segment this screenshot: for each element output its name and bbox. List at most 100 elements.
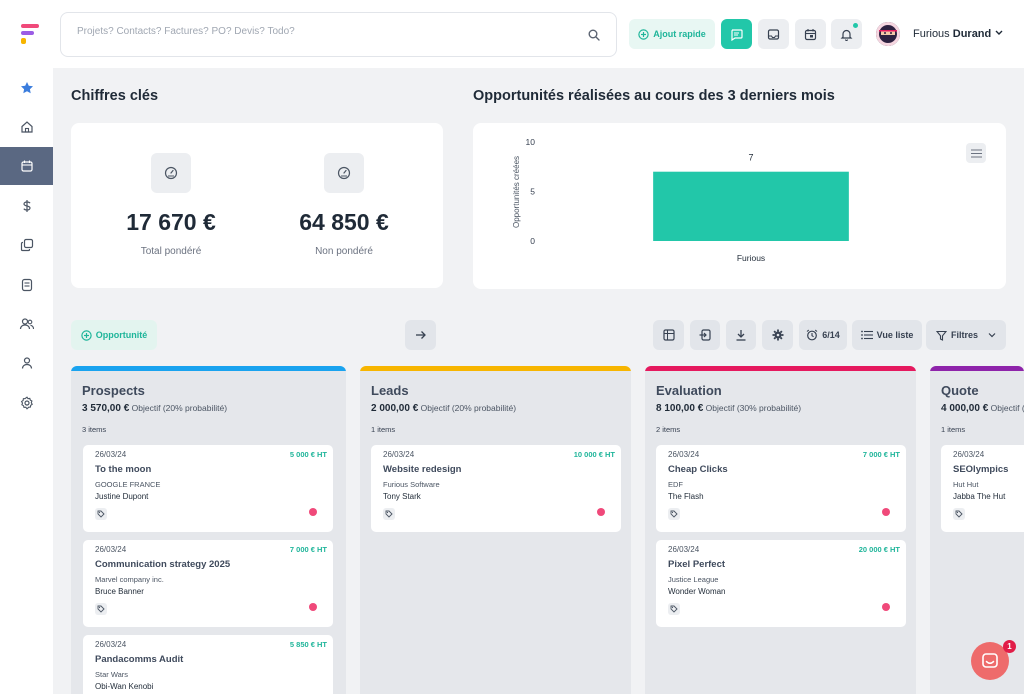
sidebar-item-favorites[interactable] — [0, 69, 53, 107]
card-tag-button[interactable] — [95, 508, 107, 520]
opportunity-card[interactable]: 26/03/24 10 000 € HT Website redesign Furio… — [371, 445, 621, 532]
card-tag-button[interactable] — [668, 603, 680, 615]
bell-icon — [840, 29, 853, 41]
card-tag-button[interactable] — [383, 508, 395, 520]
new-opportunity-button[interactable]: Opportunité — [71, 320, 157, 350]
sidebar-item-profile[interactable] — [0, 344, 53, 382]
card-company[interactable]: Justice League — [668, 575, 718, 584]
app-logo[interactable] — [21, 24, 39, 44]
sidebar-item-calendar[interactable] — [0, 147, 53, 185]
card-company[interactable]: Star Wars — [95, 670, 128, 679]
card-title[interactable]: Pandacomms Audit — [95, 654, 183, 665]
opportunity-card[interactable]: 26/03/24 5 000 € HT To the moon GOOGLE FRAN… — [83, 445, 333, 532]
column-title[interactable]: Leads — [371, 383, 409, 398]
calendar-icon — [804, 28, 817, 40]
card-title[interactable]: To the moon — [95, 464, 151, 475]
home-icon — [20, 121, 33, 133]
ninja-avatar-icon — [876, 22, 900, 46]
card-amount: 10 000 € HT — [573, 450, 615, 459]
chart-menu-button[interactable] — [966, 143, 986, 163]
card-company[interactable]: Hut Hut — [953, 480, 978, 489]
column-objective: Objectif (20% probabilité) — [131, 403, 228, 413]
sidebar-item-finance[interactable] — [0, 187, 53, 225]
card-company[interactable]: GOOGLE FRANCE — [95, 480, 160, 489]
list-view-button[interactable]: Vue liste — [852, 320, 922, 350]
dollar-icon — [22, 200, 31, 212]
plus-circle-icon — [638, 28, 649, 40]
opportunity-card[interactable]: 26/03/24 7 000 € HT Communication strategy… — [83, 540, 333, 627]
opportunity-card[interactable]: 26/03/24 7 000 € HT Cheap Clicks EDF The Fla… — [656, 445, 906, 532]
card-title[interactable]: Pixel Perfect — [668, 559, 725, 570]
card-date: 26/03/24 — [95, 450, 127, 459]
tag-icon — [670, 510, 678, 518]
calendar-button[interactable] — [795, 19, 826, 49]
chevron-down-icon[interactable] — [995, 30, 1003, 36]
card-contact[interactable]: Jabba The Hut — [953, 492, 1005, 501]
card-title[interactable]: Communication strategy 2025 — [95, 559, 230, 570]
column-title[interactable]: Quote — [941, 383, 979, 398]
messages-button[interactable] — [721, 19, 752, 49]
tag-icon — [97, 510, 105, 518]
kpi-section-title: Chiffres clés — [71, 88, 159, 104]
sidebar-item-home[interactable] — [0, 108, 53, 146]
card-tag-button[interactable] — [953, 508, 965, 520]
search-icon[interactable] — [588, 29, 600, 41]
card-tag-button[interactable] — [668, 508, 680, 520]
star-icon — [20, 82, 33, 94]
sidebar-item-settings[interactable] — [0, 384, 53, 422]
card-amount: 5 850 € HT — [289, 640, 327, 649]
sidebar-item-archive[interactable] — [0, 266, 53, 304]
pipeline-column: Leads 2 000,00 € Objectif (20% probabilit… — [360, 366, 631, 694]
reminders-counter: 6/14 — [822, 330, 840, 340]
card-contact[interactable]: Tony Stark — [383, 492, 421, 501]
kanban-view-button[interactable] — [653, 320, 684, 350]
kpi-unweighted-value: 64 850 € — [299, 209, 389, 235]
column-amount: 2 000,00 € — [371, 403, 419, 414]
opportunity-card[interactable]: 26/03/24 5 850 € HT Pandacomms Audit Star W… — [83, 635, 333, 694]
reminders-counter-button[interactable]: 6/14 — [799, 320, 847, 350]
filters-button[interactable]: Filtres — [926, 320, 1006, 350]
card-contact[interactable]: Obi-Wan Kenobi — [95, 682, 153, 691]
card-title[interactable]: Website redesign — [383, 464, 462, 475]
import-button[interactable] — [690, 320, 720, 350]
next-arrow-button[interactable] — [405, 320, 436, 350]
message-icon — [731, 28, 743, 41]
import-icon — [699, 329, 711, 341]
global-search[interactable] — [60, 12, 617, 57]
download-button[interactable] — [726, 320, 756, 350]
opportunity-card[interactable]: 26/03/244 000 € HTSEOlympicsHut HutJabba… — [941, 445, 1024, 532]
card-company[interactable]: Furious Software — [383, 480, 440, 489]
opportunity-card[interactable]: 26/03/24 20 000 € HT Pixel Perfect Justice … — [656, 540, 906, 627]
calendar-icon — [20, 160, 33, 172]
settings-button[interactable] — [762, 320, 793, 350]
card-contact[interactable]: Wonder Woman — [668, 587, 726, 596]
tag-icon — [97, 605, 105, 613]
kpi-unweighted-label: Non pondéré — [315, 246, 373, 257]
card-amount: 20 000 € HT — [858, 545, 900, 554]
quick-add-button[interactable]: Ajout rapide — [629, 19, 715, 49]
card-company[interactable]: Marvel company inc. — [95, 575, 164, 584]
card-status-dot — [882, 603, 890, 611]
card-tag-button[interactable] — [95, 603, 107, 615]
column-title[interactable]: Evaluation — [656, 383, 722, 398]
tag-icon — [670, 605, 678, 613]
sidebar-item-documents[interactable] — [0, 226, 53, 264]
card-title[interactable]: Cheap Clicks — [668, 464, 728, 475]
avatar[interactable] — [876, 22, 900, 46]
card-contact[interactable]: The Flash — [668, 492, 704, 501]
inbox-button[interactable] — [758, 19, 789, 49]
gear-icon — [772, 329, 783, 341]
sidebar-item-contacts[interactable] — [0, 305, 53, 343]
card-contact[interactable]: Bruce Banner — [95, 587, 144, 596]
list-view-label: Vue liste — [876, 330, 914, 340]
card-date: 26/03/24 — [383, 450, 415, 459]
column-amount: 4 000,00 € — [941, 403, 989, 414]
search-input[interactable] — [77, 26, 557, 37]
card-contact[interactable]: Justine Dupont — [95, 492, 148, 501]
notifications-button[interactable] — [831, 19, 862, 49]
card-amount: 7 000 € HT — [289, 545, 327, 554]
column-title[interactable]: Prospects — [82, 383, 145, 398]
user-menu[interactable]: Furious Durand — [913, 28, 991, 40]
card-company[interactable]: EDF — [668, 480, 683, 489]
card-title[interactable]: SEOlympics — [953, 464, 1008, 475]
